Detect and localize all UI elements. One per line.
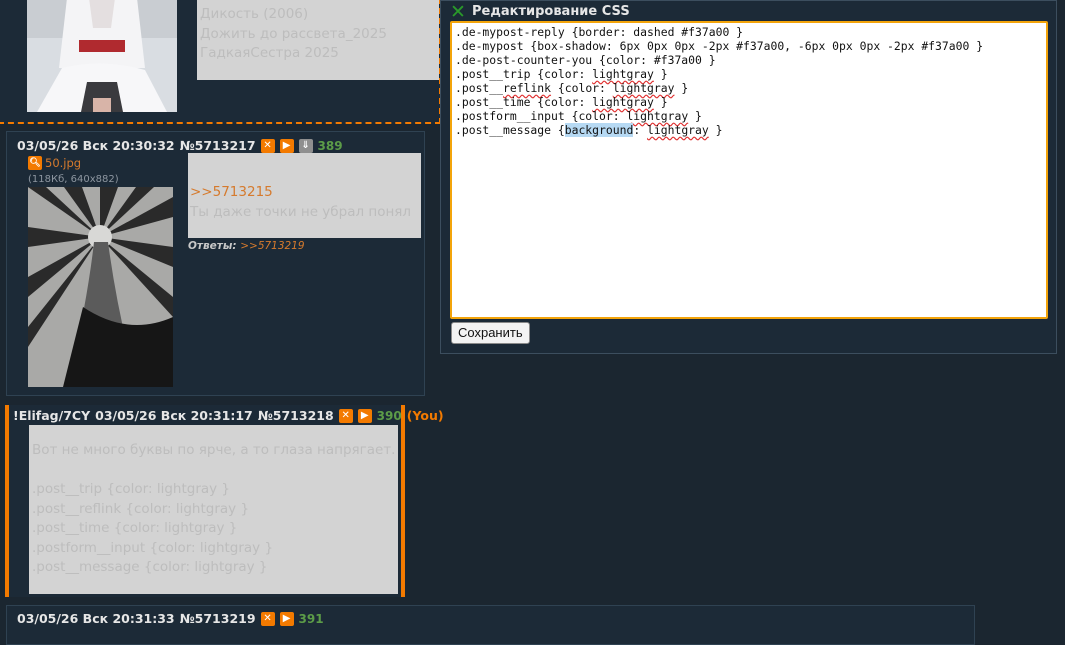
post-trip: !Elifag/7CY [13,408,91,423]
post-message: >>5713215 Ты даже точки не убрал понял [188,153,421,238]
code-line: .de-post-counter-you {color: #f37a00 } [455,53,716,67]
code-line: .postform__input {color: lightgray } [455,109,702,123]
code-line: .post__reflink {color: lightgray } [455,81,689,95]
answer-link[interactable]: >>5713219 [240,240,304,252]
close-icon[interactable]: ✕ [450,1,466,23]
post-5713218: !Elifag/7CY 03/05/26 Вск 20:31:17 №57132… [5,405,444,597]
code-line: .de-mypost {box-shadow: 6px 0px 0px -2px… [455,39,984,53]
panel-title: Редактирование CSS [472,4,630,19]
post-5713219: 03/05/26 Вск 20:31:33 №5713219 ✕ ▶ 391 [6,605,975,645]
download-icon[interactable]: ⇓ [298,138,313,153]
message-line: .post__trip {color: lightgray } [32,481,231,497]
search-icon[interactable]: 🔍︎ [28,156,42,170]
post-number-link[interactable]: №5713218 [258,408,334,423]
selected-text: background [564,123,634,137]
post-header: 03/05/26 Вск 20:30:32 №5713217 ✕ ▶ ⇓ 389 [17,138,343,153]
post-image-thumbnail[interactable] [28,187,173,387]
file-meta: (118Кб, 640x882) [28,174,119,185]
post-header: !Elifag/7CY 03/05/26 Вск 20:31:17 №57132… [13,408,444,423]
hide-post-icon[interactable]: ✕ [260,138,275,153]
post-header: 03/05/26 Вск 20:31:33 №5713219 ✕ ▶ 391 [17,611,324,626]
post-message: Вот не много буквы по ярче, а то глаза н… [29,425,398,594]
post-date: 03/05/26 Вск 20:30:32 [17,138,175,153]
code-line: .post__message {background: lightgray } [455,123,723,137]
post-counter: 389 [317,138,343,153]
message-line: ГадкаяСестра 2025 [200,45,339,61]
css-textarea[interactable]: .de-mypost-reply {border: dashed #f37a00… [450,21,1048,319]
reply-arrow-icon[interactable]: ▶ [357,408,372,423]
hide-post-icon[interactable]: ✕ [338,408,353,423]
you-badge: (You) [406,408,444,423]
message-line: .post__message {color: lightgray } [32,559,268,575]
code-line: .de-mypost-reply {border: dashed #f37a00… [455,25,744,39]
post-date: 03/05/26 Вск 20:31:17 [95,408,253,423]
answers-label: Ответы: [188,240,237,252]
message-line: .post__time {color: lightgray } [32,520,238,536]
post-number-link[interactable]: №5713217 [180,138,256,153]
code-line: .post__time {color: lightgray } [455,95,668,109]
top-post-thumbnail[interactable] [27,0,177,112]
top-post-message: Дикость (2006) Дожить до рассвета_2025 Г… [197,0,439,80]
post-counter: 390 [376,408,402,423]
post-date: 03/05/26 Вск 20:31:33 [17,611,175,626]
message-line: Вот не много буквы по ярче, а то глаза н… [32,442,396,458]
file-info: 🔍︎ 50.jpg [28,156,81,170]
message-line: Дикость (2006) [200,6,309,22]
code-line: .post__trip {color: lightgray } [455,67,668,81]
message-line: .post__reflink {color: lightgray } [32,500,250,517]
save-button[interactable]: Сохранить [451,322,530,344]
file-name-link[interactable]: 50.jpg [45,156,81,170]
post-number-link[interactable]: №5713219 [180,611,256,626]
post-answers: Ответы: >>5713219 [188,240,305,252]
message-line: Дожить до рассвета_2025 [200,25,387,42]
reply-arrow-icon[interactable]: ▶ [279,611,294,626]
reply-link[interactable]: >>5713215 [190,183,419,203]
top-post: Дикость (2006) Дожить до рассвета_2025 Г… [0,0,441,124]
reply-arrow-icon[interactable]: ▶ [279,138,294,153]
message-text: Ты даже точки не убрал понял [190,203,412,220]
message-line [32,461,395,481]
message-line: .postform__input {color: lightgray } [32,539,274,556]
css-editor-panel: ✕ Редактирование CSS .de-mypost-reply {b… [440,0,1057,354]
hide-post-icon[interactable]: ✕ [260,611,275,626]
post-counter: 391 [298,611,324,626]
post-5713217: 03/05/26 Вск 20:30:32 №5713217 ✕ ▶ ⇓ 389… [6,131,425,396]
